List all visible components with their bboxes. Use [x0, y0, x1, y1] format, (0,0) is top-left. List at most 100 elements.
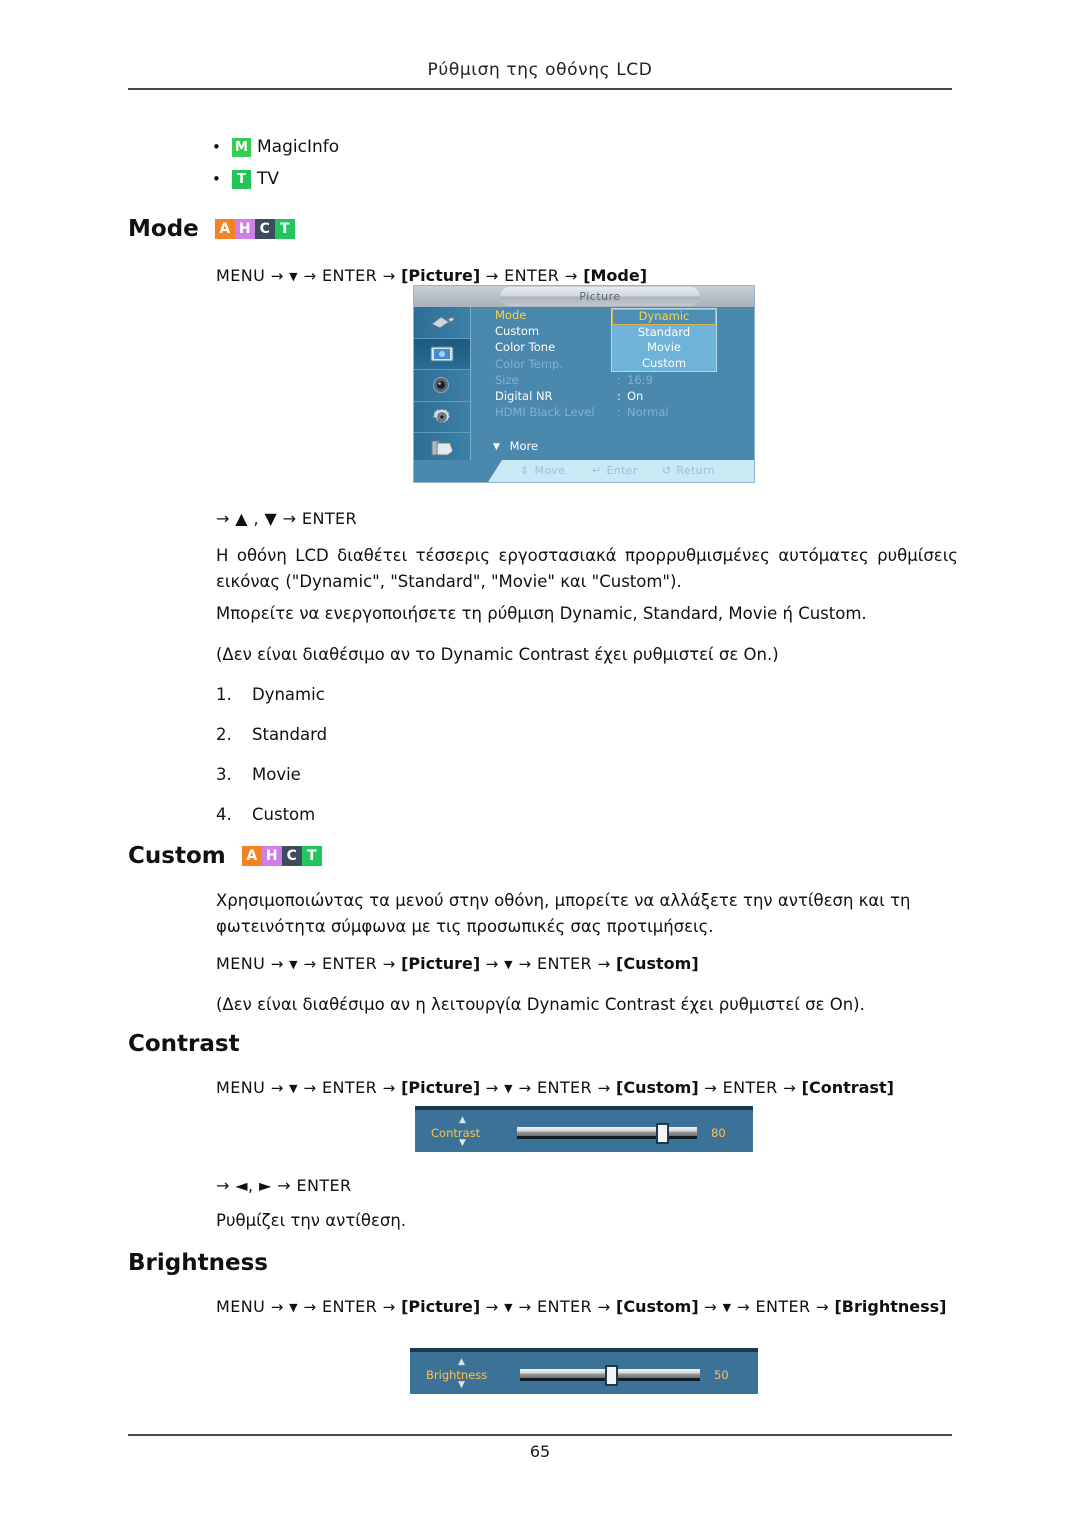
list-label: Custom [252, 805, 316, 824]
nav-menu-key: MENU [216, 1297, 266, 1316]
return-arrow-icon: ↺ [662, 464, 672, 477]
nav-enter-key: ENTER [322, 266, 378, 285]
osd-more-row[interactable]: ▼ More [493, 439, 538, 453]
magicinfo-badge-icon: M [232, 137, 251, 157]
brightness-nav-path: MENU → ▼ → ENTER → [Picture] → ▼ → ENTER… [216, 1293, 968, 1321]
nav-picture-token: [Picture] [401, 1297, 481, 1316]
nav-picture-token: [Picture] [401, 1078, 481, 1097]
list-number: 4. [216, 805, 232, 824]
setup-icon[interactable] [414, 402, 470, 434]
page-header-title: Ρύθμιση της οθόνης LCD [427, 60, 653, 80]
arrow-icon: → [303, 1298, 317, 1316]
osd-mode-dropdown[interactable]: Dynamic Standard Movie Custom [611, 308, 717, 372]
contrast-slider-knob[interactable] [656, 1123, 669, 1144]
up-triangle-icon[interactable]: ▲ [458, 1358, 465, 1367]
brightness-slider-widget: ▲ Brightness ▼ 50 [410, 1348, 758, 1394]
osd-row-label: Color Temp. [495, 356, 563, 371]
list-item: • T TV [212, 163, 339, 195]
osd-hint-return: ↺ Return [662, 460, 715, 482]
list-item-label: TV [257, 169, 280, 189]
brightness-slider-value: 50 [714, 1368, 729, 1382]
tag-t-icon: T [301, 846, 322, 866]
brightness-slider-knob[interactable] [605, 1365, 618, 1386]
arrow-icon: → [704, 1079, 718, 1097]
dropdown-option-movie[interactable]: Movie [612, 340, 716, 356]
list-item: • M MagicInfo [212, 131, 339, 163]
osd-title-label: Picture [500, 287, 700, 306]
osd-hint-tab-shape [414, 460, 502, 482]
dropdown-option-standard[interactable]: Standard [612, 324, 716, 340]
nav-target-token: [Custom] [616, 954, 699, 973]
custom-nav-path: MENU → ▼ → ENTER → [Picture] → ▼ → ENTER… [216, 950, 699, 978]
contrast-slider-track[interactable] [517, 1127, 697, 1139]
down-triangle-icon[interactable]: ▼ [459, 1139, 466, 1148]
bullet-dot: • [212, 137, 221, 156]
down-triangle-icon: ▼ [289, 270, 299, 283]
osd-row-digital-nr[interactable]: Digital NR : On [471, 388, 754, 404]
osd-row-colon: : [617, 372, 621, 387]
tag-a-icon: A [241, 846, 262, 866]
nav-enter-key: ENTER [536, 1297, 593, 1316]
arrow-icon: → [270, 1079, 284, 1097]
osd-row-value: 16:9 [627, 372, 653, 387]
osd-hint-move: ⇕ Move [520, 460, 565, 482]
dropdown-option-dynamic[interactable]: Dynamic [612, 309, 716, 325]
osd-icon-column [414, 307, 471, 465]
list-label: Standard [252, 725, 328, 744]
arrow-icon: → [597, 1079, 611, 1097]
list-item: 2. Standard [216, 725, 327, 765]
arrow-icon: → [382, 1079, 396, 1097]
nav-target-token: [Mode] [583, 266, 648, 285]
osd-row-hdmi-black-level: HDMI Black Level : Normal [471, 404, 754, 420]
sound-icon[interactable] [414, 370, 470, 402]
arrow-icon: → [597, 955, 611, 973]
osd-row-label: Custom [495, 324, 540, 339]
brightness-slider-label: Brightness [426, 1368, 488, 1382]
hint-label: Move [534, 464, 566, 477]
nav-target-token: [Contrast] [801, 1078, 894, 1097]
document-page: Ρύθμιση της οθόνης LCD • M MagicInfo • T… [0, 0, 1080, 1527]
list-number: 1. [216, 685, 232, 704]
nav-menu-key: MENU [216, 266, 266, 285]
arrow-icon: → [303, 1079, 317, 1097]
nav-enter-key: ENTER [755, 1297, 811, 1316]
down-triangle-icon: ▼ [493, 442, 500, 452]
mode-paragraph-1: Η οθόνη LCD διαθέτει τέσσερις εργοστασια… [216, 546, 958, 591]
enter-key-icon: ↵ [592, 464, 602, 477]
contrast-slider-widget: ▲ Contrast ▼ 80 [415, 1106, 753, 1152]
picture-icon[interactable] [414, 338, 470, 371]
list-item: 4. Custom [216, 805, 327, 845]
nav-enter-key: ENTER [504, 266, 560, 285]
arrow-icon: → [816, 1298, 829, 1316]
arrow-icon: → [382, 955, 396, 973]
nav-custom-token: [Custom] [616, 1078, 699, 1097]
bullet-dot: • [212, 169, 221, 188]
nav-enter-key: ENTER [322, 1297, 378, 1316]
down-triangle-icon: ▼ [289, 1082, 299, 1095]
arrow-icon: → [564, 267, 578, 285]
arrow-icon: → [518, 955, 532, 973]
input-icon[interactable] [414, 307, 470, 339]
arrow-icon: → [382, 1298, 396, 1316]
list-item: 1. Dynamic [216, 685, 327, 725]
section-heading-mode: Mode A H C T [128, 216, 295, 242]
arrow-icon: → [485, 955, 499, 973]
tag-t-icon: T [274, 219, 295, 239]
arrow-icon: → [518, 1079, 532, 1097]
nav-enter-key: ENTER [322, 954, 378, 973]
section-heading-brightness: Brightness [128, 1250, 268, 1276]
osd-row-label: HDMI Black Level [495, 405, 595, 420]
page-number: 65 [529, 1442, 551, 1461]
down-triangle-icon[interactable]: ▼ [458, 1381, 465, 1390]
up-triangle-icon[interactable]: ▲ [459, 1116, 466, 1125]
down-triangle-icon: ▼ [504, 1082, 514, 1095]
list-label: Movie [252, 765, 301, 784]
contrast-slider-value: 80 [711, 1126, 726, 1140]
osd-row-label: Color Tone [495, 340, 556, 355]
mode-paragraph-3: (Δεν είναι διαθέσιμο αν το Dynamic Contr… [216, 645, 779, 664]
osd-row-label: Mode [495, 308, 527, 322]
list-number: 3. [216, 765, 232, 784]
dropdown-option-custom[interactable]: Custom [612, 355, 716, 371]
tag-c-icon: C [281, 846, 302, 866]
osd-hint-bar: ⇕ Move ↵ Enter ↺ Return [414, 460, 754, 482]
